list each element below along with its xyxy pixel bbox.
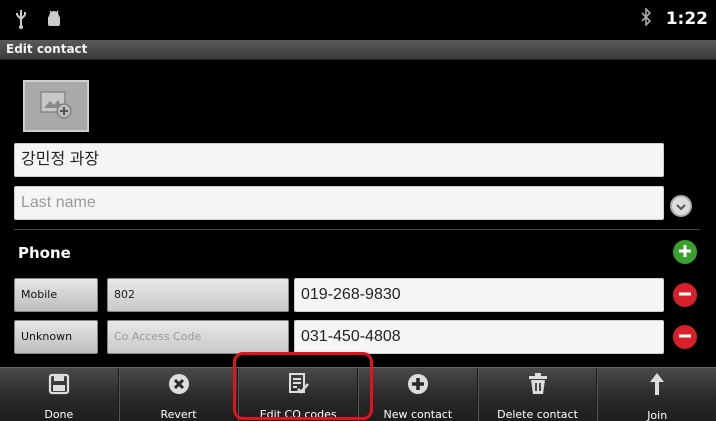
last-name-field[interactable]: Last name — [14, 186, 664, 220]
join-arrow-icon — [644, 371, 670, 397]
page-title: Edit contact — [6, 42, 88, 56]
plus-icon — [678, 243, 692, 262]
phone-section-title: Phone — [18, 244, 71, 262]
edit-list-icon — [285, 371, 311, 396]
title-bar: Edit contact — [0, 40, 716, 60]
usb-icon — [14, 9, 28, 33]
status-clock: 1:22 — [665, 9, 708, 29]
join-button[interactable]: Join — [597, 368, 716, 421]
edit-co-codes-button[interactable]: Edit CO codes — [238, 368, 359, 421]
phone-type-button[interactable]: Unknown — [14, 320, 98, 354]
phone-type-button[interactable]: Mobile — [14, 278, 98, 312]
chevron-down-icon — [675, 197, 687, 216]
delete-contact-label: Delete contact — [497, 408, 578, 421]
contact-photo-button[interactable] — [23, 80, 89, 132]
minus-icon — [678, 328, 692, 347]
remove-phone-button[interactable] — [673, 283, 697, 307]
remove-phone-button[interactable] — [673, 325, 697, 349]
add-circle-icon — [405, 371, 431, 396]
android-debug-icon — [46, 10, 62, 32]
revert-label: Revert — [160, 408, 197, 421]
bluetooth-icon — [640, 7, 652, 30]
co-code-field[interactable]: 802 — [107, 278, 289, 312]
trash-icon — [525, 371, 551, 396]
co-code-field[interactable]: Co Access Code — [107, 320, 289, 354]
revert-icon — [166, 371, 192, 396]
done-label: Done — [44, 408, 74, 421]
delete-contact-button[interactable]: Delete contact — [477, 368, 598, 421]
options-menu: Done Revert Edit CO codes New contact De… — [0, 367, 716, 421]
new-contact-label: New contact — [383, 408, 453, 421]
status-bar: 1:22 — [0, 0, 716, 40]
phone-number-field[interactable]: 019-268-9830 — [294, 278, 664, 312]
done-button[interactable]: Done — [0, 368, 119, 421]
first-name-field[interactable]: 강민정 과장 — [14, 143, 664, 177]
new-contact-button[interactable]: New contact — [358, 368, 478, 421]
edit-co-codes-label: Edit CO codes — [259, 408, 337, 421]
join-label: Join — [647, 409, 668, 421]
save-icon — [46, 371, 72, 396]
add-photo-icon — [39, 89, 73, 123]
expand-name-button[interactable] — [670, 195, 692, 217]
add-phone-button[interactable] — [673, 240, 697, 264]
phone-number-field[interactable]: 031-450-4808 — [294, 320, 664, 354]
revert-button[interactable]: Revert — [118, 368, 239, 421]
minus-icon — [678, 286, 692, 305]
section-divider — [14, 229, 700, 230]
